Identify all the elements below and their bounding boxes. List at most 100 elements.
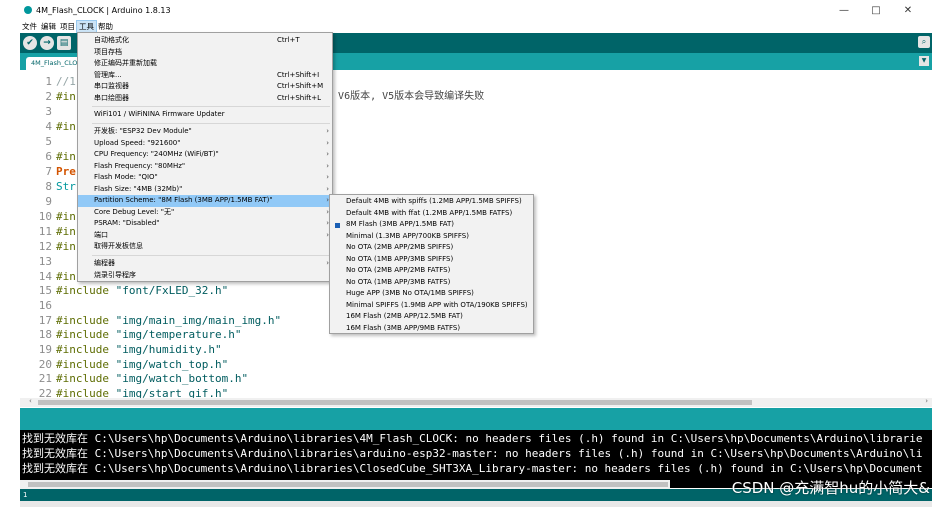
menu-edit[interactable]: 编辑 bbox=[39, 21, 58, 32]
menu-item-label: Flash Size: "4MB (32Mb)" bbox=[94, 184, 183, 193]
status-bar bbox=[20, 408, 932, 430]
scroll-right-arrow[interactable]: › bbox=[925, 397, 928, 405]
include-path: "img/watch_bottom.h" bbox=[115, 372, 249, 385]
partition-option-label: 16M Flash (3MB APP/9MB FATFS) bbox=[346, 323, 461, 332]
partition-option[interactable]: No OTA (1MB APP/3MB SPIFFS) bbox=[330, 254, 533, 266]
menu-item-label: Core Debug Level: "无" bbox=[94, 207, 175, 216]
menu-item-flash-frequency[interactable]: Flash Frequency: "80MHz" › bbox=[78, 161, 332, 173]
submenu-arrow-icon: › bbox=[326, 138, 329, 147]
menu-item-burn-bootloader[interactable]: 烧录引导程序 bbox=[78, 270, 332, 282]
line-number: 16 bbox=[38, 299, 52, 312]
partition-option[interactable]: Default 4MB with spiffs (1.2MB APP/1.5MB… bbox=[330, 196, 533, 208]
close-button[interactable]: ✕ bbox=[892, 5, 924, 16]
new-button[interactable]: ▤ bbox=[57, 36, 71, 50]
partition-option[interactable]: Minimal (1.3MB APP/700KB SPIFFS) bbox=[330, 231, 533, 243]
menu-item-auto-format[interactable]: 自动格式化 Ctrl+T bbox=[78, 35, 332, 47]
console-horizontal-scrollbar[interactable] bbox=[20, 480, 670, 489]
menu-item-label: 自动格式化 bbox=[94, 36, 129, 44]
menu-help[interactable]: 帮助 bbox=[96, 21, 115, 32]
upload-button[interactable]: → bbox=[40, 36, 54, 50]
menu-file[interactable]: 文件 bbox=[20, 21, 39, 32]
serial-monitor-button[interactable]: ⌕ bbox=[918, 36, 930, 48]
selected-radio-icon bbox=[335, 222, 340, 228]
tab-menu-button[interactable]: ▼ bbox=[919, 56, 929, 66]
menu-item-psram[interactable]: PSRAM: "Disabled" › bbox=[78, 218, 332, 230]
line-indicator: 1 bbox=[23, 491, 28, 499]
code-line: 20 #include "img/watch_top.h" bbox=[20, 357, 920, 372]
line-number: 8 bbox=[45, 180, 52, 193]
menu-item-archive-sketch[interactable]: 项目存档 bbox=[78, 47, 332, 59]
include-path: "font/FxLED_32.h" bbox=[115, 284, 229, 297]
line-number: 17 bbox=[38, 314, 52, 327]
partition-option-selected[interactable]: 8M Flash (3MB APP/1.5MB FAT) bbox=[330, 219, 533, 231]
menu-item-firmware-updater[interactable]: WiFi101 / WiFiNINA Firmware Updater bbox=[78, 109, 332, 121]
partition-option[interactable]: Huge APP (3MB No OTA/1MB SPIFFS) bbox=[330, 288, 533, 300]
partition-option-label: No OTA (1MB APP/3MB SPIFFS) bbox=[346, 254, 454, 263]
include-keyword: #include bbox=[56, 343, 109, 356]
include-path: "img/main_img/main_img.h" bbox=[115, 314, 282, 327]
menu-item-label: 编程器 bbox=[94, 259, 115, 267]
menu-item-port[interactable]: 端口 › bbox=[78, 230, 332, 242]
editor-horizontal-scrollbar[interactable]: ‹ › bbox=[20, 397, 932, 407]
menu-item-board-info[interactable]: 取得开发板信息 bbox=[78, 241, 332, 253]
line-number: 2 bbox=[45, 90, 52, 103]
line-number: 5 bbox=[45, 135, 52, 148]
menu-item-label: Partition Scheme: "8M Flash (3MB APP/1.5… bbox=[94, 196, 273, 204]
line-number: 3 bbox=[45, 105, 52, 118]
console-scroll-thumb[interactable] bbox=[28, 482, 668, 487]
partition-option-label: No OTA (2MB APP/2MB SPIFFS) bbox=[346, 243, 454, 251]
menu-item-upload-speed[interactable]: Upload Speed: "921600" › bbox=[78, 138, 332, 150]
menu-item-core-debug-level[interactable]: Core Debug Level: "无" › bbox=[78, 207, 332, 219]
code-text: Pre bbox=[56, 165, 76, 178]
scroll-left-arrow[interactable]: ‹ bbox=[29, 397, 32, 405]
partition-option[interactable]: No OTA (2MB APP/2MB SPIFFS) bbox=[330, 242, 533, 254]
partition-option[interactable]: Minimal SPIFFS (1.9MB APP with OTA/190KB… bbox=[330, 300, 533, 312]
menu-item-label: 项目存档 bbox=[94, 47, 122, 56]
partition-option-label: Minimal (1.3MB APP/700KB SPIFFS) bbox=[346, 231, 469, 240]
partition-option[interactable]: Default 4MB with ffat (1.2MB APP/1.5MB F… bbox=[330, 208, 533, 220]
menu-item-serial-monitor[interactable]: 串口监视器 Ctrl+Shift+M bbox=[78, 81, 332, 93]
menu-item-label: 开发板: "ESP32 Dev Module" bbox=[94, 127, 192, 135]
line-number: 7 bbox=[45, 165, 52, 178]
console-line: 找到无效库在 C:\Users\hp\Documents\Arduino\lib… bbox=[22, 432, 923, 445]
menu-item-cpu-frequency[interactable]: CPU Frequency: "240MHz (WiFi/BT)" › bbox=[78, 149, 332, 161]
window-controls: — □ ✕ bbox=[828, 0, 924, 20]
menu-sketch[interactable]: 项目 bbox=[58, 21, 77, 32]
menu-item-flash-mode[interactable]: Flash Mode: "QIO" › bbox=[78, 172, 332, 184]
menu-item-programmer[interactable]: 编程器 › bbox=[78, 258, 332, 270]
menu-item-label: CPU Frequency: "240MHz (WiFi/BT)" bbox=[94, 150, 219, 158]
submenu-arrow-icon: › bbox=[326, 150, 329, 158]
console-line: 找到无效库在 C:\Users\hp\Documents\Arduino\lib… bbox=[22, 462, 923, 475]
code-text: #in bbox=[56, 240, 76, 253]
window-title: 4M_Flash_CLOCK | Arduino 1.8.13 bbox=[36, 5, 171, 15]
menu-item-manage-libraries[interactable]: 管理库... Ctrl+Shift+I bbox=[78, 70, 332, 82]
partition-option[interactable]: No OTA (1MB APP/3MB FATFS) bbox=[330, 277, 533, 289]
menu-tools[interactable]: 工具 bbox=[76, 20, 97, 33]
menu-item-fix-encoding[interactable]: 修正编码并重新加载 bbox=[78, 58, 332, 70]
line-number: 21 bbox=[38, 372, 52, 385]
menu-item-label: 串口监视器 bbox=[94, 82, 129, 90]
menu-item-board[interactable]: 开发板: "ESP32 Dev Module" › bbox=[78, 126, 332, 138]
line-number: 13 bbox=[38, 255, 52, 268]
verify-button[interactable]: ✔ bbox=[23, 36, 37, 50]
partition-option[interactable]: 16M Flash (3MB APP/9MB FATFS) bbox=[330, 323, 533, 335]
menu-item-serial-plotter[interactable]: 串口绘图器 Ctrl+Shift+L bbox=[78, 93, 332, 105]
menu-item-flash-size[interactable]: Flash Size: "4MB (32Mb)" › bbox=[78, 184, 332, 196]
partition-option-label: Huge APP (3MB No OTA/1MB SPIFFS) bbox=[346, 289, 474, 297]
partition-option-label: 16M Flash (2MB APP/12.5MB FAT) bbox=[346, 312, 463, 320]
code-text: #in bbox=[56, 225, 76, 238]
menu-item-label: Upload Speed: "921600" bbox=[94, 138, 181, 147]
line-number: 6 bbox=[45, 150, 52, 163]
maximize-button[interactable]: □ bbox=[860, 5, 892, 16]
partition-option[interactable]: No OTA (2MB APP/2MB FATFS) bbox=[330, 265, 533, 277]
watermark-text: CSDN @充满智hu的小简大& bbox=[731, 479, 930, 497]
partition-option[interactable]: 16M Flash (2MB APP/12.5MB FAT) bbox=[330, 311, 533, 323]
minimize-button[interactable]: — bbox=[828, 5, 860, 16]
include-path: "img/humidity.h" bbox=[115, 343, 222, 356]
line-number: 9 bbox=[45, 195, 52, 208]
scroll-thumb[interactable] bbox=[38, 400, 752, 405]
include-keyword: #include bbox=[56, 328, 109, 341]
menu-item-partition-scheme[interactable]: Partition Scheme: "8M Flash (3MB APP/1.5… bbox=[78, 195, 332, 207]
line-number: 10 bbox=[38, 210, 52, 223]
code-line: 22 #include "img/start_gif.h" bbox=[20, 386, 920, 398]
